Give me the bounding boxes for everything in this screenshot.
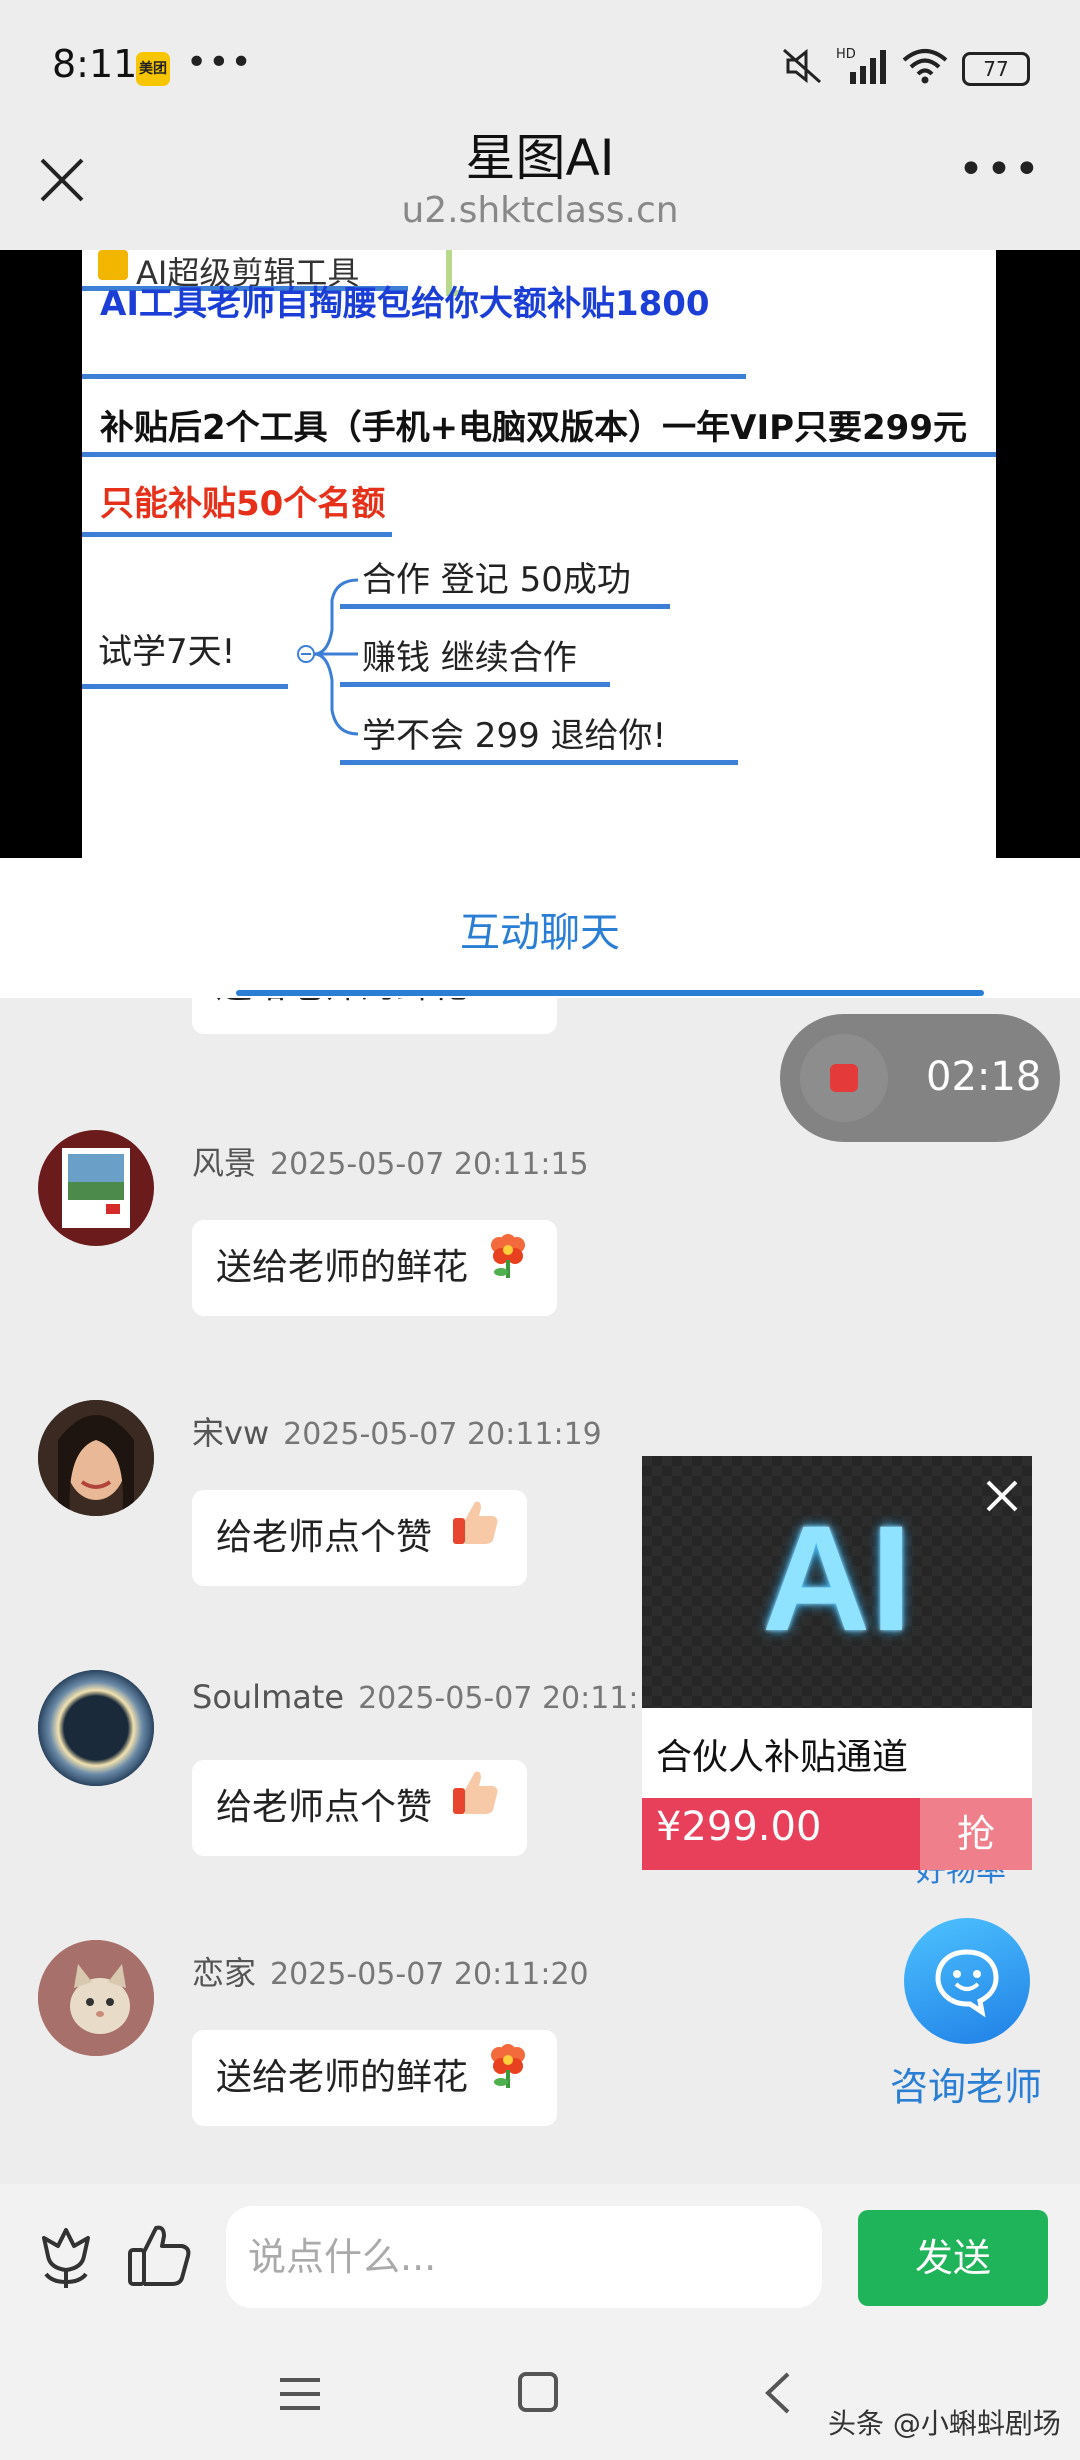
avatar[interactable] xyxy=(38,1940,154,2056)
product-price: ¥299.00 xyxy=(656,1804,822,1850)
signal-hd-label: HD xyxy=(836,47,856,62)
product-image-text: AI xyxy=(762,1494,912,1662)
tab-interactive-chat[interactable]: 互动聊天 xyxy=(0,900,1080,958)
chat-timestamp: 2025-05-07 20:11:19 xyxy=(283,1417,602,1452)
slide-underline xyxy=(340,682,610,687)
slide-underline xyxy=(82,374,746,379)
chat-message-text: 给老师点个赞 xyxy=(216,1787,433,1828)
chat-meta: 宋vw 2025-05-07 20:11:19 xyxy=(192,1408,602,1454)
chat-username: 恋家 xyxy=(192,1954,257,1992)
chat-meta: 恋家 2025-05-07 20:11:20 xyxy=(192,1948,589,1994)
avatar[interactable] xyxy=(38,1400,154,1516)
menu-icon[interactable] xyxy=(278,2374,322,2414)
chat-bubble: 送给老师的鲜花 xyxy=(192,2030,558,2127)
chat-timestamp: 2025-05-07 20:11:15 xyxy=(270,1147,589,1182)
tab-active-indicator xyxy=(236,990,984,996)
thumbs-up-icon xyxy=(447,1761,503,1857)
slide-underline xyxy=(340,604,670,609)
chat-message-text: 送给老师的鲜花 xyxy=(216,998,468,1006)
chat-meta: Soulmate 2025-05-07 20:11: xyxy=(192,1678,639,1716)
more-menu-icon[interactable]: ••• xyxy=(958,148,1040,200)
chat-meta: 风景 2025-05-07 20:11:15 xyxy=(192,1138,589,1184)
recording-timer: 02:18 xyxy=(926,1054,1042,1100)
slide-underline xyxy=(340,760,738,765)
wifi-icon xyxy=(900,46,950,86)
back-icon[interactable] xyxy=(760,2368,796,2418)
flower-icon xyxy=(483,998,533,1035)
status-more-icon: ••• xyxy=(186,42,253,83)
chat-bubble: 给老师点个赞 xyxy=(192,1760,528,1857)
close-icon[interactable] xyxy=(980,1474,1024,1518)
slide-headline-1: AI工具老师自掏腰包给你大额补贴1800 xyxy=(100,284,710,324)
page-url: u2.shktclass.cn xyxy=(401,190,679,231)
signal-icon: HD xyxy=(836,44,890,86)
chat-message-text: 送给老师的鲜花 xyxy=(216,1247,469,1288)
mindmap-branch: 合作 登记 50成功 xyxy=(362,560,631,600)
stop-icon xyxy=(830,1064,858,1092)
consult-teacher-button[interactable] xyxy=(904,1918,1030,2044)
chat-timestamp: 2025-05-07 20:11: xyxy=(358,1681,639,1716)
slide-underline xyxy=(82,532,392,537)
chat-bubble: 给老师点个赞 xyxy=(192,1490,528,1587)
slide-underline xyxy=(82,452,996,457)
chat-bubble: 送给老师的鲜花 xyxy=(192,998,558,1035)
slide-content: AI超级剪辑工具 AI工具老师自掏腰包给你大额补贴1800 补贴后2个工具（手机… xyxy=(82,250,996,858)
chat-username: 风景 xyxy=(192,1144,257,1182)
consult-teacher-label[interactable]: 咨询老师 xyxy=(890,2056,1042,2111)
mute-icon xyxy=(780,46,824,95)
chat-message-text: 给老师点个赞 xyxy=(216,1517,433,1558)
slide-headline-2: 补贴后2个工具（手机+电脑双版本）一年VIP只要299元 xyxy=(100,408,967,448)
chat-message-text: 送给老师的鲜花 xyxy=(216,2057,469,2098)
message-input[interactable] xyxy=(226,2206,822,2308)
flower-gift-icon[interactable] xyxy=(30,2222,102,2294)
watermark: 头条 @小蝌蚪剧场 xyxy=(828,2407,1061,2440)
avatar[interactable] xyxy=(38,1130,154,1246)
chat-username: Soulmate xyxy=(192,1678,345,1716)
flower-icon xyxy=(483,1221,533,1317)
send-button[interactable]: 发送 xyxy=(858,2210,1048,2306)
product-name[interactable]: 合伙人补贴通道 xyxy=(656,1728,908,1780)
like-icon[interactable] xyxy=(124,2220,196,2292)
avatar[interactable] xyxy=(38,1670,154,1786)
status-time: 8:11 xyxy=(52,42,138,86)
mindmap-connector xyxy=(297,578,359,736)
grab-button[interactable]: 抢 xyxy=(920,1798,1032,1870)
thumbs-up-icon xyxy=(447,1491,503,1587)
slide-headline-3: 只能补贴50个名额 xyxy=(100,484,386,524)
flower-icon xyxy=(483,2031,533,2127)
product-image[interactable]: AI xyxy=(642,1456,1032,1708)
chat-smile-icon xyxy=(935,1949,999,2018)
mindmap-root: 试学7天! xyxy=(98,632,236,672)
home-icon[interactable] xyxy=(518,2372,558,2412)
slide-underline xyxy=(82,684,288,689)
battery-icon: 77 xyxy=(962,52,1030,86)
page-title: 星图AI xyxy=(465,129,615,187)
chat-username: 宋vw xyxy=(192,1414,270,1452)
meituan-notification-icon: 美团 xyxy=(136,52,170,86)
chat-bubble: 送给老师的鲜花 xyxy=(192,1220,558,1317)
mindmap-branch: 学不会 299 退给你! xyxy=(362,716,667,756)
mindmap-branch: 赚钱 继续合作 xyxy=(362,638,577,678)
chat-timestamp: 2025-05-07 20:11:20 xyxy=(270,1957,589,1992)
